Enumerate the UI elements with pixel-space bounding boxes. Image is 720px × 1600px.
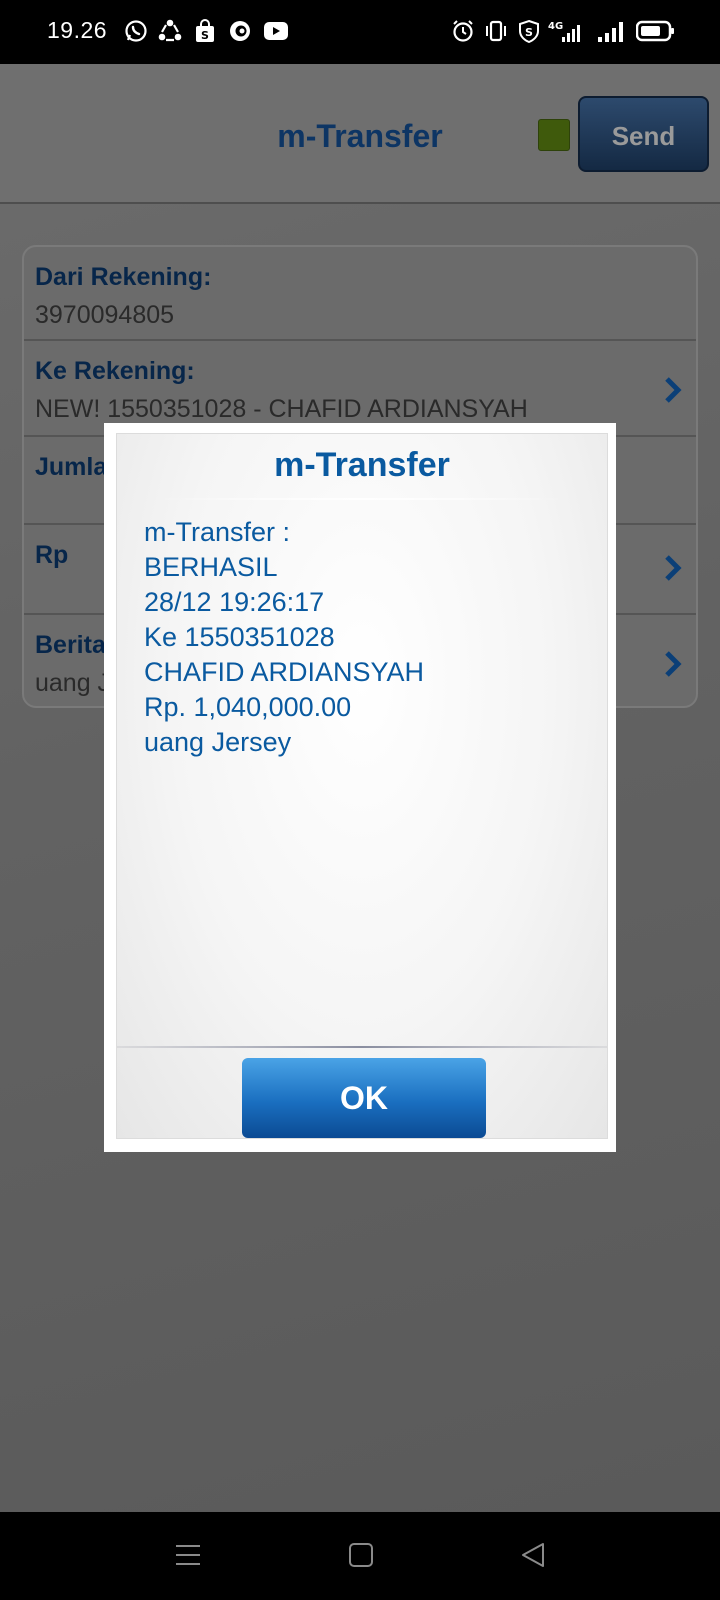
dialog-message-line: CHAFID ARDIANSYAH: [144, 657, 425, 687]
form-row-from-account: Dari Rekening: 3970094805: [24, 247, 696, 341]
result-dialog: m-Transfer m-Transfer : BERHASIL 28/12 1…: [104, 423, 616, 1152]
chevron-right-icon: [665, 377, 682, 403]
svg-text:S: S: [525, 26, 533, 39]
share-icon: [158, 19, 182, 43]
form-value: 3970094805: [35, 301, 175, 329]
whatsapp-icon: [124, 19, 148, 43]
chevron-right-icon: [665, 651, 682, 677]
signal-icon: [597, 19, 625, 43]
dialog-panel: m-Transfer m-Transfer : BERHASIL 28/12 1…: [116, 433, 608, 1139]
dialog-message-line: Rp. 1,040,000.00: [144, 692, 352, 722]
dialog-message-line: uang Jersey: [144, 727, 292, 757]
svg-text:S: S: [201, 29, 209, 42]
dialog-footer-divider: [117, 1046, 607, 1048]
form-label: Rp: [35, 541, 69, 569]
battery-icon: [635, 19, 676, 43]
network-label: 4G: [548, 21, 563, 32]
form-label: Jumla: [35, 453, 108, 481]
dialog-divider: [157, 498, 567, 500]
alarm-icon: [451, 19, 475, 43]
form-label: Berita: [35, 631, 106, 659]
shop-icon: S: [193, 19, 217, 43]
dialog-message-line: BERHASIL: [144, 552, 278, 582]
app-header: m-Transfer Send: [0, 64, 720, 204]
status-indicator: [538, 119, 570, 151]
browser-icon: [228, 19, 252, 43]
form-value: uang J: [35, 669, 111, 697]
chevron-right-icon: [665, 555, 682, 581]
form-label: Ke Rekening:: [35, 357, 195, 385]
send-button[interactable]: Send: [578, 96, 709, 172]
home-icon[interactable]: [348, 1542, 374, 1568]
form-label: Dari Rekening:: [35, 263, 212, 291]
status-time: 19.26: [47, 17, 108, 43]
menu-icon[interactable]: [175, 1542, 201, 1568]
status-bar: 19.26 S S 4G: [0, 0, 720, 64]
network-4g-icon: 4G: [548, 19, 580, 43]
youtube-icon: [263, 19, 288, 43]
dialog-message-line: 28/12 19:26:17: [144, 587, 325, 617]
navigation-bar: [0, 1512, 720, 1600]
dialog-message-line: Ke 1550351028: [144, 622, 335, 652]
dialog-title: m-Transfer: [274, 446, 450, 484]
vibrate-icon: [484, 19, 508, 43]
dialog-message-line: m-Transfer :: [144, 517, 291, 547]
shield-icon: S: [517, 19, 541, 44]
form-value: NEW! 1550351028 - CHAFID ARDIANSYAH: [35, 395, 528, 423]
back-icon[interactable]: [520, 1542, 546, 1568]
ok-button[interactable]: OK: [242, 1058, 486, 1138]
